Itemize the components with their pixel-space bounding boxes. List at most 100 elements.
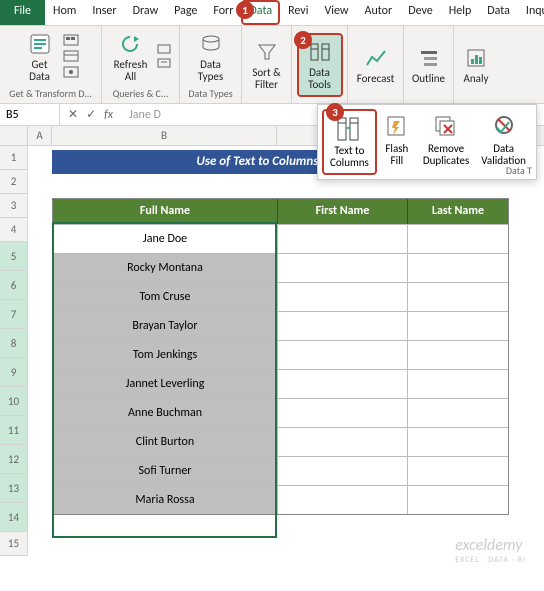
cell-d10[interactable] <box>408 369 508 398</box>
cell-c13[interactable] <box>278 456 408 485</box>
get-data-icon <box>27 31 53 57</box>
cell-c14[interactable] <box>278 485 408 514</box>
tab-inquire[interactable]: Inqui <box>518 0 544 25</box>
cell-c7[interactable] <box>278 282 408 311</box>
watermark: exceldemy EXCEL · DATA · BI <box>455 536 526 565</box>
row-head-8[interactable]: 8 <box>0 329 28 358</box>
remove-duplicates-label: Remove Duplicates <box>423 143 469 167</box>
forecast-label: Forecast <box>357 73 395 85</box>
cell-d7[interactable] <box>408 282 508 311</box>
row-head-5[interactable]: 5 <box>0 242 28 271</box>
tab-file[interactable]: File <box>0 0 45 25</box>
get-data-button[interactable]: Get Data <box>21 29 59 85</box>
tab-automate[interactable]: Autor <box>357 0 401 25</box>
fx-icon[interactable]: fx <box>104 108 113 122</box>
header-firstname[interactable]: First Name <box>278 199 408 224</box>
flash-fill-button[interactable]: Flash Fill <box>377 109 417 175</box>
row-head-3[interactable]: 3 <box>0 194 28 218</box>
sort-filter-button[interactable]: Sort & Filter <box>246 37 286 93</box>
cell-c12[interactable] <box>278 427 408 456</box>
cell-b11[interactable]: Anne Buchman <box>53 398 278 427</box>
cell-c9[interactable] <box>278 340 408 369</box>
cell-c10[interactable] <box>278 369 408 398</box>
analyze-label: Analy <box>464 73 489 85</box>
refresh-icon <box>117 31 143 57</box>
row-head-12[interactable]: 12 <box>0 445 28 474</box>
cell-d9[interactable] <box>408 340 508 369</box>
col-head-a[interactable]: A <box>28 126 52 145</box>
refresh-side-icons[interactable] <box>157 44 173 70</box>
sort-filter-label: Sort & Filter <box>252 67 280 91</box>
cell-d6[interactable] <box>408 253 508 282</box>
cell-b7[interactable]: Tom Cruse <box>53 282 278 311</box>
callout-badge-1: 1 <box>236 1 254 19</box>
cell-d11[interactable] <box>408 398 508 427</box>
cell-b5[interactable]: Jane Doe <box>53 224 278 253</box>
row-head-2[interactable]: 2 <box>0 170 28 194</box>
watermark-main: exceldemy <box>455 536 522 555</box>
cell-b8[interactable]: Brayan Taylor <box>53 311 278 340</box>
analyze-button[interactable]: Analy <box>457 43 495 87</box>
row-head-14[interactable]: 14 <box>0 503 28 532</box>
forecast-button[interactable]: Forecast <box>351 43 401 87</box>
cell-c11[interactable] <box>278 398 408 427</box>
tab-developer[interactable]: Deve <box>400 0 441 25</box>
analyze-icon <box>463 45 489 71</box>
group-label-get-transform: Get & Transform D... <box>4 85 97 100</box>
refresh-label: Refresh All <box>114 59 148 83</box>
cell-d12[interactable] <box>408 427 508 456</box>
flash-fill-icon <box>383 113 411 141</box>
tab-data2[interactable]: Data <box>479 0 518 25</box>
remove-duplicates-icon <box>432 113 460 141</box>
cell-c8[interactable] <box>278 311 408 340</box>
row-head-9[interactable]: 9 <box>0 358 28 387</box>
cell-b9[interactable]: Tom Jenkings <box>53 340 278 369</box>
get-data-side-icons[interactable] <box>63 34 81 80</box>
tab-help[interactable]: Help <box>441 0 480 25</box>
group-label-queries: Queries & C... <box>106 85 175 100</box>
row-head-11[interactable]: 11 <box>0 416 28 445</box>
cell-b13[interactable]: Sofi Turner <box>53 456 278 485</box>
row-head-15[interactable]: 15 <box>0 532 28 556</box>
tab-review[interactable]: Revi <box>280 0 316 25</box>
sort-filter-icon <box>254 39 280 65</box>
tab-home[interactable]: Hom <box>45 0 84 25</box>
refresh-all-button[interactable]: Refresh All <box>108 29 154 85</box>
cell-d14[interactable] <box>408 485 508 514</box>
col-head-b[interactable]: B <box>52 126 277 145</box>
cell-b10[interactable]: Jannet Leverling <box>53 369 278 398</box>
tab-insert[interactable]: Inser <box>84 0 124 25</box>
callout-badge-3: 3 <box>326 103 344 121</box>
cell-d13[interactable] <box>408 456 508 485</box>
cell-c5[interactable] <box>278 224 408 253</box>
row-head-7[interactable]: 7 <box>0 300 28 329</box>
flash-fill-label: Flash Fill <box>385 143 408 167</box>
cell-d5[interactable] <box>408 224 508 253</box>
tab-page[interactable]: Page <box>166 0 205 25</box>
row-head-6[interactable]: 6 <box>0 271 28 300</box>
cell-b6[interactable]: Rocky Montana <box>53 253 278 282</box>
cell-c6[interactable] <box>278 253 408 282</box>
cell-d8[interactable] <box>408 311 508 340</box>
data-tools-label: Data Tools <box>308 67 331 91</box>
remove-duplicates-button[interactable]: Remove Duplicates <box>417 109 475 175</box>
select-all-corner[interactable] <box>0 126 28 145</box>
data-tools-dropdown: Text to Columns Flash Fill Remove Duplic… <box>317 104 537 180</box>
data-types-button[interactable]: Data Types <box>192 29 230 85</box>
outline-button[interactable]: Outline <box>406 43 451 87</box>
formula-text[interactable]: Jane D <box>121 108 161 122</box>
name-box[interactable]: B5 <box>0 104 60 125</box>
row-head-4[interactable]: 4 <box>0 218 28 242</box>
cell-b14[interactable]: Maria Rossa <box>53 485 278 514</box>
header-fullname[interactable]: Full Name <box>53 199 278 224</box>
row-head-13[interactable]: 13 <box>0 474 28 503</box>
formula-controls[interactable]: ✕ ✓ fx <box>60 107 121 122</box>
cell-b12[interactable]: Clint Burton <box>53 427 278 456</box>
row-head-1[interactable]: 1 <box>0 146 28 170</box>
tab-view[interactable]: View <box>316 0 356 25</box>
row-head-10[interactable]: 10 <box>0 387 28 416</box>
header-lastname[interactable]: Last Name <box>408 199 508 224</box>
enter-icon[interactable]: ✓ <box>86 107 96 122</box>
tab-draw[interactable]: Draw <box>125 0 167 25</box>
cancel-icon[interactable]: ✕ <box>68 107 78 122</box>
